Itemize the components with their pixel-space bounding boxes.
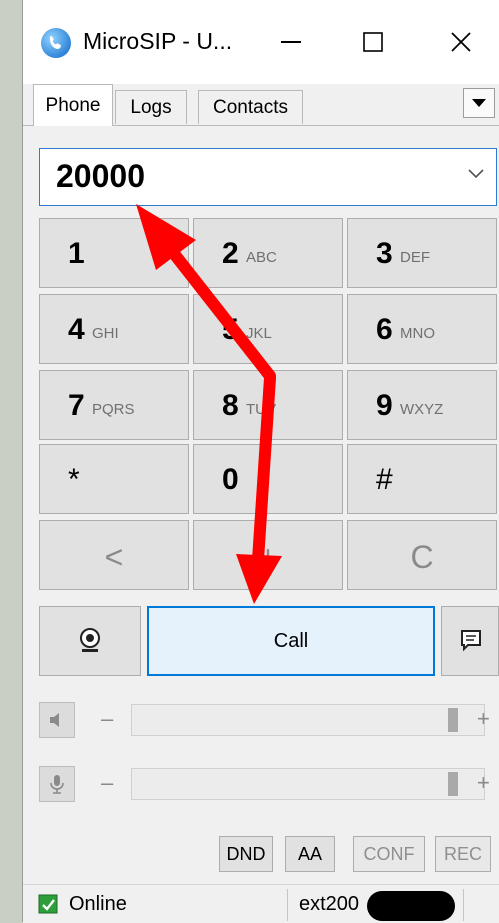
microsip-window: MicroSIP - U... Phone Logs Contacts 1 2 … [22,0,499,923]
key-2[interactable]: 2 ABC [193,218,343,288]
key-8[interactable]: 8 TUV [193,370,343,440]
status-bar: Online ext200 [23,884,499,923]
speaker-volume-minus: – [101,706,114,731]
microsip-logo-icon [41,28,71,58]
maximize-button[interactable] [343,18,403,66]
key-4[interactable]: 4 GHI [39,294,189,364]
key-star[interactable]: * [39,444,189,514]
record-button[interactable]: REC [435,836,491,872]
redaction-mark [367,891,455,921]
window-title: MicroSIP - U... [83,28,233,54]
key-7[interactable]: 7 PQRS [39,370,189,440]
key-1[interactable]: 1 [39,218,189,288]
microphone-volume-slider[interactable] [131,768,485,800]
key-0[interactable]: 0 [193,444,343,514]
key-6[interactable]: 6 MNO [347,294,497,364]
plus-button[interactable]: + [193,520,343,590]
key-5[interactable]: 5 JKL [193,294,343,364]
microphone-volume-thumb[interactable] [448,772,458,796]
clear-button[interactable]: C [347,520,497,590]
chevron-down-icon[interactable] [468,169,484,179]
key-9[interactable]: 9 WXYZ [347,370,497,440]
dial-number-input[interactable] [54,157,438,196]
speaker-icon [50,713,59,727]
title-bar[interactable]: MicroSIP - U... [23,0,499,84]
backspace-button[interactable]: < [39,520,189,590]
status-account-text[interactable]: ext200 [299,893,359,916]
microphone-icon [50,775,64,794]
tab-phone[interactable]: Phone [33,84,113,126]
dnd-button[interactable]: DND [219,836,273,872]
speaker-mute-button[interactable] [39,702,75,738]
chat-bubble-icon [461,630,481,652]
webcam-icon [80,628,100,652]
speaker-volume-slider[interactable] [131,704,485,736]
conference-button[interactable]: CONF [353,836,425,872]
key-3[interactable]: 3 DEF [347,218,497,288]
status-online-text[interactable]: Online [69,893,127,916]
microphone-mute-button[interactable] [39,766,75,802]
tab-logs[interactable]: Logs [115,90,187,124]
key-hash[interactable]: # [347,444,497,514]
tab-contacts[interactable]: Contacts [198,90,303,124]
triangle-down-icon [472,99,486,107]
auto-answer-button[interactable]: AA [285,836,335,872]
message-button[interactable] [441,606,499,676]
close-button[interactable] [431,18,491,66]
tab-bar: Phone Logs Contacts [23,84,499,126]
microphone-volume-minus: – [101,770,114,795]
video-call-button[interactable] [39,606,141,676]
menu-dropdown-button[interactable] [463,88,495,118]
minimize-button[interactable] [261,18,321,66]
microphone-volume-plus: + [477,770,490,795]
dial-number-combobox[interactable] [39,148,497,206]
call-button[interactable]: Call [147,606,435,676]
speaker-volume-plus: + [477,706,490,731]
online-status-icon [38,894,58,914]
speaker-volume-thumb[interactable] [448,708,458,732]
